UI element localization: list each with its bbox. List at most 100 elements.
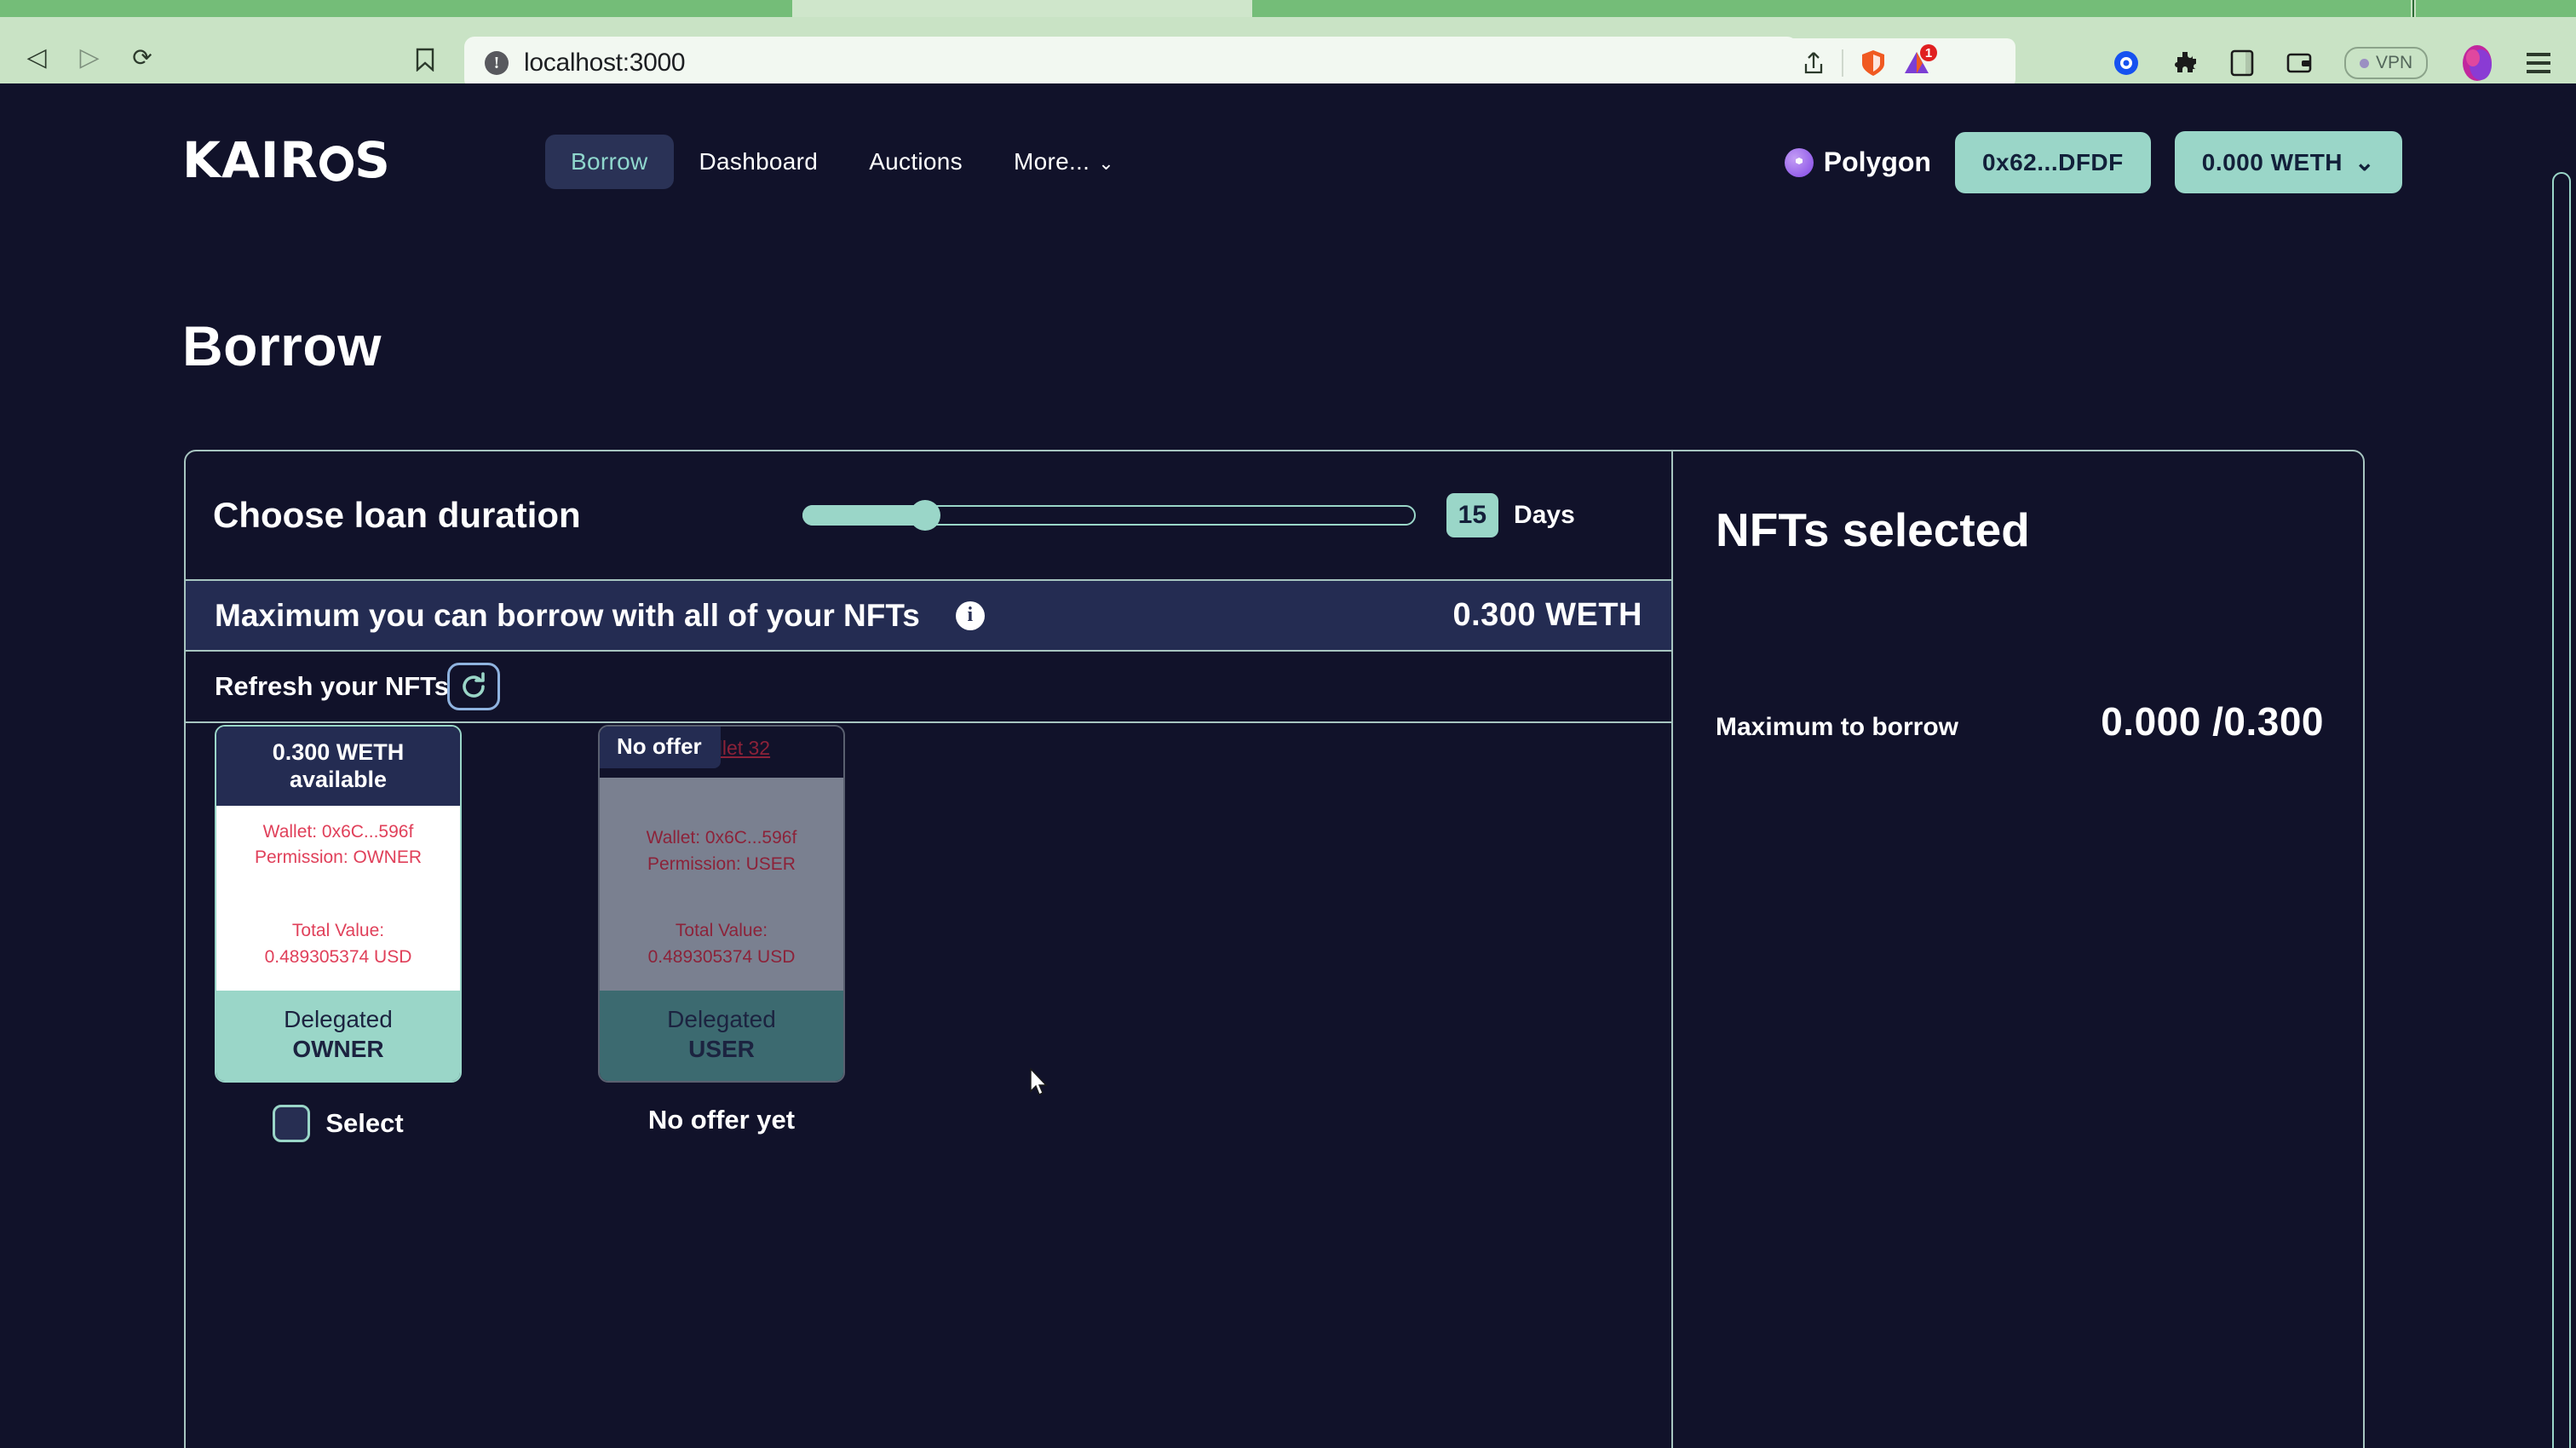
nft-action-row: No offer yet: [598, 1105, 845, 1135]
tab-divider: [2412, 0, 2414, 17]
puzzle-extensions-icon[interactable]: [2172, 50, 2198, 76]
main-nav: Borrow Dashboard Auctions More... ⌄: [545, 135, 1140, 189]
wallet-icon[interactable]: [2286, 51, 2312, 75]
url-action-group: 1: [1784, 38, 2015, 88]
nft-card-user[interactable]: d Wallet 32 No offer Wallet: 0x6C...596f…: [598, 725, 845, 1083]
wallet-address-button[interactable]: 0x62...DFDF: [1954, 131, 2151, 193]
url-bar[interactable]: ! localhost:3000: [464, 37, 1797, 89]
nav-item-auctions[interactable]: Auctions: [843, 135, 988, 189]
browser-tab[interactable]: [0, 0, 792, 17]
borrow-panel: Choose loan duration 15 Days Maximum you…: [184, 450, 2365, 1448]
brave-rewards-icon[interactable]: 1: [1903, 44, 1937, 77]
eye-extension-icon[interactable]: [2113, 49, 2140, 77]
refresh-nfts-row: Refresh your NFTs: [186, 652, 1671, 723]
nft-card-body: Wallet: 0x6C...596f Permission: USER Tot…: [600, 778, 843, 991]
nft-total-value-block: Total Value: 0.489305374 USD: [600, 918, 843, 991]
app-header: KAIR S Borrow Dashboard Auctions More... ⌄…: [0, 112, 2576, 198]
nft-total-value-label: Total Value:: [675, 921, 768, 941]
nft-card-footer: Delegated USER: [600, 991, 843, 1081]
loan-duration-label: Choose loan duration: [213, 495, 581, 535]
browser-toolbar: ◁ ▷ ⟳ ! localhost:3000 1 VPN: [0, 17, 2576, 89]
reload-icon[interactable]: ⟳: [129, 46, 155, 72]
nft-card-header: 0.300 WETH available: [216, 727, 460, 806]
wallet-area: Polygon 0x62...DFDF 0.000 WETH ⌄: [1784, 131, 2402, 193]
no-offer-yet-label: No offer yet: [647, 1105, 796, 1135]
max-to-borrow-value: 0.000 /0.300: [2101, 699, 2324, 744]
polygon-logo-icon: [1784, 147, 1814, 177]
max-borrow-value: 0.300 WETH: [1452, 597, 1642, 633]
share-icon[interactable]: [1803, 50, 1825, 76]
nft-delegated-label: Delegated: [667, 1006, 776, 1032]
chain-selector[interactable]: Polygon: [1784, 147, 1931, 178]
kairos-logo[interactable]: KAIR S: [182, 131, 391, 189]
toolbar-divider: [1842, 49, 1843, 77]
browser-tab-active[interactable]: [792, 0, 1252, 17]
logo-text-suffix: S: [354, 131, 391, 189]
card-spacer: [216, 871, 460, 918]
nft-delegated-role: OWNER: [292, 1036, 384, 1062]
nft-select-label: Select: [325, 1108, 404, 1138]
card-spacer: [600, 877, 843, 918]
nav-item-more[interactable]: More... ⌄: [988, 135, 1140, 189]
nft-delegated-role: USER: [688, 1036, 755, 1062]
browser-tab-strip[interactable]: [0, 0, 2576, 17]
info-icon[interactable]: i: [955, 600, 985, 630]
back-arrow-icon[interactable]: ◁: [24, 45, 49, 72]
nft-action-row: Select: [215, 1105, 462, 1142]
nav-label: Dashboard: [699, 148, 819, 175]
chain-name: Polygon: [1823, 147, 1931, 177]
nft-select-checkbox[interactable]: [273, 1105, 311, 1142]
page-viewport: KAIR S Borrow Dashboard Auctions More... ⌄…: [0, 83, 2576, 1448]
nft-delegated-label: Delegated: [284, 1006, 393, 1032]
slider-thumb[interactable]: [909, 500, 940, 531]
nfts-selected-title: NFTs selected: [1716, 503, 2030, 556]
duration-value-badge: 15: [1446, 493, 1499, 537]
hamburger-menu-icon[interactable]: [2527, 53, 2551, 73]
brave-shields-icon[interactable]: [1860, 49, 1886, 77]
nft-total-value-block: Total Value: 0.489305374 USD: [216, 918, 460, 991]
chevron-down-icon: ⌄: [1098, 152, 1114, 174]
nft-total-value-label: Total Value:: [291, 921, 385, 941]
logo-ring-icon: [319, 146, 354, 181]
nft-card-owner[interactable]: 0.300 WETH available Wallet: 0x6C...596f…: [215, 725, 462, 1083]
wallet-address-label: 0x62...DFDF: [1981, 148, 2124, 175]
loan-duration-row: Choose loan duration 15 Days: [186, 451, 1671, 579]
nft-grid: 0.300 WETH available Wallet: 0x6C...596f…: [186, 725, 1671, 1448]
logo-text: KAIR: [182, 131, 319, 189]
rewards-badge-count: 1: [1920, 44, 1937, 61]
nav-label: Auctions: [869, 148, 963, 175]
vpn-toggle-button[interactable]: VPN: [2344, 47, 2429, 79]
extension-icon-group: VPN: [2113, 43, 2551, 83]
nft-available-amount: 0.300 WETH: [272, 739, 405, 765]
not-secure-info-icon[interactable]: !: [485, 51, 509, 75]
balance-label: 0.000 WETH: [2201, 148, 2343, 175]
nft-wallet: Wallet: 0x6C...596f: [646, 828, 797, 848]
nav-label: More...: [1013, 148, 1090, 175]
nft-total-value: 0.489305374 USD: [264, 946, 412, 967]
url-text: localhost:3000: [524, 49, 686, 77]
slider-fill: [802, 505, 924, 526]
browser-tab[interactable]: [2416, 0, 2576, 17]
refresh-circular-arrow-icon[interactable]: [447, 663, 501, 710]
bookmark-icon[interactable]: [414, 48, 436, 72]
nav-label: Borrow: [571, 148, 648, 175]
loan-duration-slider[interactable]: [802, 500, 1416, 531]
nft-permission: Permission: USER: [647, 853, 796, 874]
nft-permission: Permission: OWNER: [254, 848, 423, 868]
nav-item-borrow[interactable]: Borrow: [545, 135, 674, 189]
page-scrollbar[interactable]: [2552, 172, 2571, 1448]
nft-cell: 0.300 WETH available Wallet: 0x6C...596f…: [215, 725, 462, 1142]
forward-arrow-icon[interactable]: ▷: [77, 45, 102, 72]
vpn-label: VPN: [2376, 53, 2413, 72]
profile-avatar-icon[interactable]: [2460, 44, 2494, 82]
browser-tab[interactable]: [1252, 0, 2411, 17]
refresh-nfts-label: Refresh your NFTs: [215, 671, 450, 701]
nft-total-value: 0.489305374 USD: [647, 946, 796, 967]
balance-dropdown-button[interactable]: 0.000 WETH ⌄: [2174, 131, 2402, 193]
nft-cell: d Wallet 32 No offer Wallet: 0x6C...596f…: [598, 725, 845, 1135]
sidebar-panel-icon[interactable]: [2230, 49, 2254, 77]
max-to-borrow-row: Maximum to borrow 0.000 /0.300: [1716, 698, 2324, 744]
nav-item-dashboard[interactable]: Dashboard: [674, 135, 844, 189]
panel-left: Choose loan duration 15 Days Maximum you…: [186, 451, 1671, 1448]
nft-available-label: available: [289, 767, 388, 793]
